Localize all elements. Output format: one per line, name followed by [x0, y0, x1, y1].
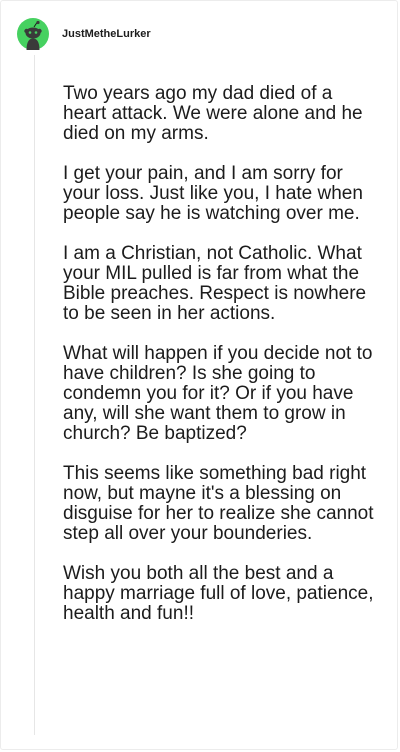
- comment-paragraph: I am a Christian, not Catholic. What you…: [63, 243, 367, 324]
- comment-header: JustMetheLurker: [17, 17, 151, 51]
- comment-paragraph: Two years ago my dad died of a heart att…: [63, 83, 363, 144]
- comment-paragraph: I get your pain, and I am sorry for your…: [63, 163, 363, 224]
- comment-card: JustMetheLurker Two years ago my dad die…: [0, 0, 398, 750]
- comment-paragraph: What will happen if you decide not to ha…: [63, 343, 373, 444]
- comment-body: Two years ago my dad died of a heart att…: [63, 84, 375, 624]
- thread-collapse-line[interactable]: [34, 55, 35, 735]
- comment-author[interactable]: JustMetheLurker: [62, 28, 151, 40]
- comment-paragraph: Wish you both all the best and a happy m…: [63, 563, 374, 624]
- snoo-avatar-icon[interactable]: [17, 18, 49, 50]
- comment-paragraph: This seems like something bad right now,…: [63, 463, 374, 544]
